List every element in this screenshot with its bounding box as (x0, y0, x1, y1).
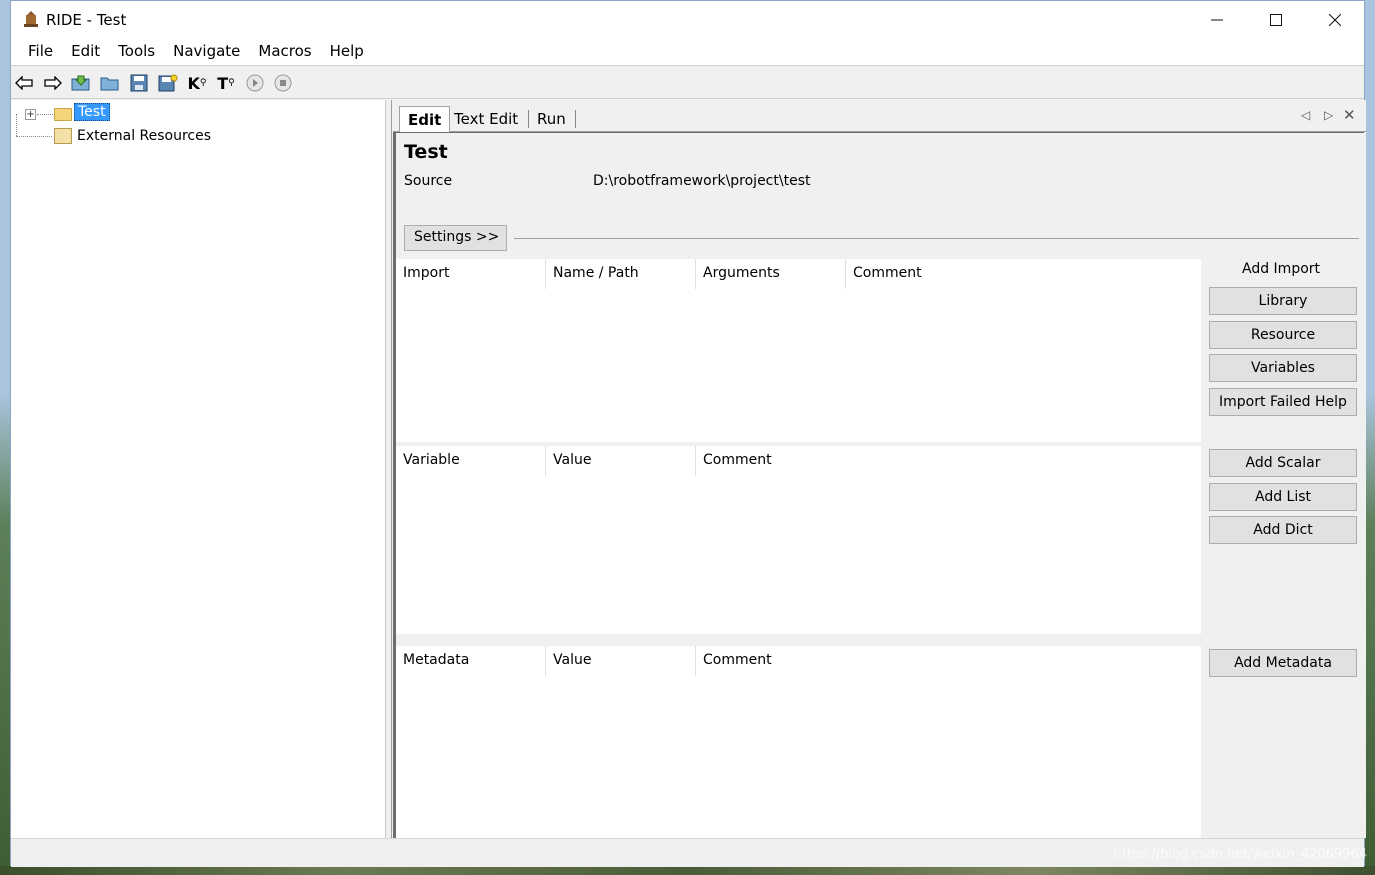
desktop-background-right (1365, 0, 1375, 875)
add-list-button[interactable]: Add List (1209, 483, 1357, 511)
folder-icon (54, 108, 72, 121)
test-tree-panel: + Test External Resources (11, 100, 386, 838)
tab-text-edit[interactable]: Text Edit (446, 106, 526, 132)
desktop-background-left (0, 0, 10, 875)
title-bar: RIDE - Test (11, 1, 1364, 39)
page-title: Test (404, 141, 448, 163)
watermark-text: https://blog.csdn.net/weixin_42069964 (1113, 847, 1367, 862)
value-column-header: Value (553, 452, 592, 468)
metadata-column-header: Metadata (403, 652, 470, 668)
menu-file[interactable]: File (19, 39, 62, 65)
metadata-grid[interactable]: Metadata Value Comment (396, 646, 1201, 839)
external-resources-icon (54, 128, 72, 144)
ride-window: RIDE - Test File Edit Tools Navigate Mac… (10, 0, 1366, 867)
open-directory-icon[interactable] (99, 72, 121, 94)
column-separator (845, 259, 846, 289)
tree-expand-icon[interactable]: + (25, 109, 36, 120)
import-grid[interactable]: Import Name / Path Arguments Comment (396, 259, 1201, 442)
menu-tools[interactable]: Tools (109, 39, 164, 65)
tree-connector (16, 114, 17, 136)
resource-button[interactable]: Resource (1209, 321, 1357, 349)
save-all-icon[interactable] (157, 72, 179, 94)
import-failed-help-button[interactable]: Import Failed Help (1209, 388, 1357, 416)
ride-app-icon (24, 11, 38, 27)
value-column-header: Value (553, 652, 592, 668)
tree-connector (16, 136, 52, 137)
column-separator (545, 646, 546, 676)
comment-column-header: Comment (853, 265, 922, 281)
column-separator (695, 259, 696, 289)
add-dict-button[interactable]: Add Dict (1209, 516, 1357, 544)
maximize-icon (1270, 14, 1282, 26)
run-icon[interactable] (244, 72, 266, 94)
tab-scroll-right-icon[interactable]: ▷ (1324, 108, 1333, 122)
menu-edit[interactable]: Edit (62, 39, 109, 65)
add-scalar-button[interactable]: Add Scalar (1209, 449, 1357, 477)
column-separator (545, 446, 546, 476)
menu-help[interactable]: Help (321, 39, 373, 65)
tree-node-test-label[interactable]: Test (74, 103, 110, 121)
close-icon (1329, 14, 1341, 26)
comment-column-header: Comment (703, 452, 772, 468)
minimize-icon (1211, 19, 1223, 21)
source-label: Source (404, 173, 453, 189)
tab-separator (575, 110, 576, 128)
variables-button[interactable]: Variables (1209, 354, 1357, 382)
variable-column-header: Variable (403, 452, 460, 468)
desktop-background-bottom (0, 866, 1375, 875)
settings-button[interactable]: Settings >> (404, 225, 507, 251)
tab-scroll-left-icon[interactable]: ◁ (1301, 108, 1310, 122)
comment-column-header: Comment (703, 652, 772, 668)
add-metadata-button[interactable]: Add Metadata (1209, 649, 1357, 677)
panel-splitter[interactable] (386, 100, 392, 838)
maximize-button[interactable] (1247, 1, 1305, 39)
column-separator (695, 446, 696, 476)
back-arrow-icon[interactable] (13, 72, 35, 94)
minimize-button[interactable] (1188, 1, 1246, 39)
open-test-suite-icon[interactable] (70, 72, 92, 94)
settings-divider (514, 238, 1359, 239)
toolbar: K ⚲ T ⚲ (11, 65, 1364, 99)
name-path-column-header: Name / Path (553, 265, 639, 281)
search-tests-icon[interactable]: T ⚲ (215, 72, 237, 94)
tree-node-test[interactable]: Test (74, 103, 110, 121)
menu-navigate[interactable]: Navigate (164, 39, 249, 65)
search-keywords-icon[interactable]: K ⚲ (186, 72, 208, 94)
tree-node-external-resources[interactable]: External Resources (77, 128, 211, 144)
add-import-label: Add Import (1242, 261, 1321, 277)
close-button[interactable] (1306, 1, 1364, 39)
stop-icon[interactable] (272, 72, 294, 94)
menu-bar: File Edit Tools Navigate Macros Help (11, 39, 1364, 65)
save-icon[interactable] (128, 72, 150, 94)
column-separator (695, 646, 696, 676)
column-separator (545, 259, 546, 289)
edit-content: Test Source D:\robotframework\project\te… (393, 132, 1364, 839)
library-button[interactable]: Library (1209, 287, 1357, 315)
editor-tabs: Edit Text Edit Run ◁ ▷ ✕ (393, 100, 1366, 133)
window-title: RIDE - Test (46, 11, 127, 29)
tab-edit[interactable]: Edit (399, 106, 451, 133)
variable-grid[interactable]: Variable Value Comment (396, 446, 1201, 634)
arguments-column-header: Arguments (703, 265, 780, 281)
tree-connector (37, 114, 53, 115)
editor-panel: Edit Text Edit Run ◁ ▷ ✕ Test Source D:\… (393, 100, 1366, 839)
tab-close-icon[interactable]: ✕ (1343, 106, 1356, 124)
import-column-header: Import (403, 265, 450, 281)
tab-run[interactable]: Run (529, 106, 574, 132)
source-value: D:\robotframework\project\test (593, 173, 811, 189)
forward-arrow-icon[interactable] (42, 72, 64, 94)
menu-macros[interactable]: Macros (249, 39, 320, 65)
